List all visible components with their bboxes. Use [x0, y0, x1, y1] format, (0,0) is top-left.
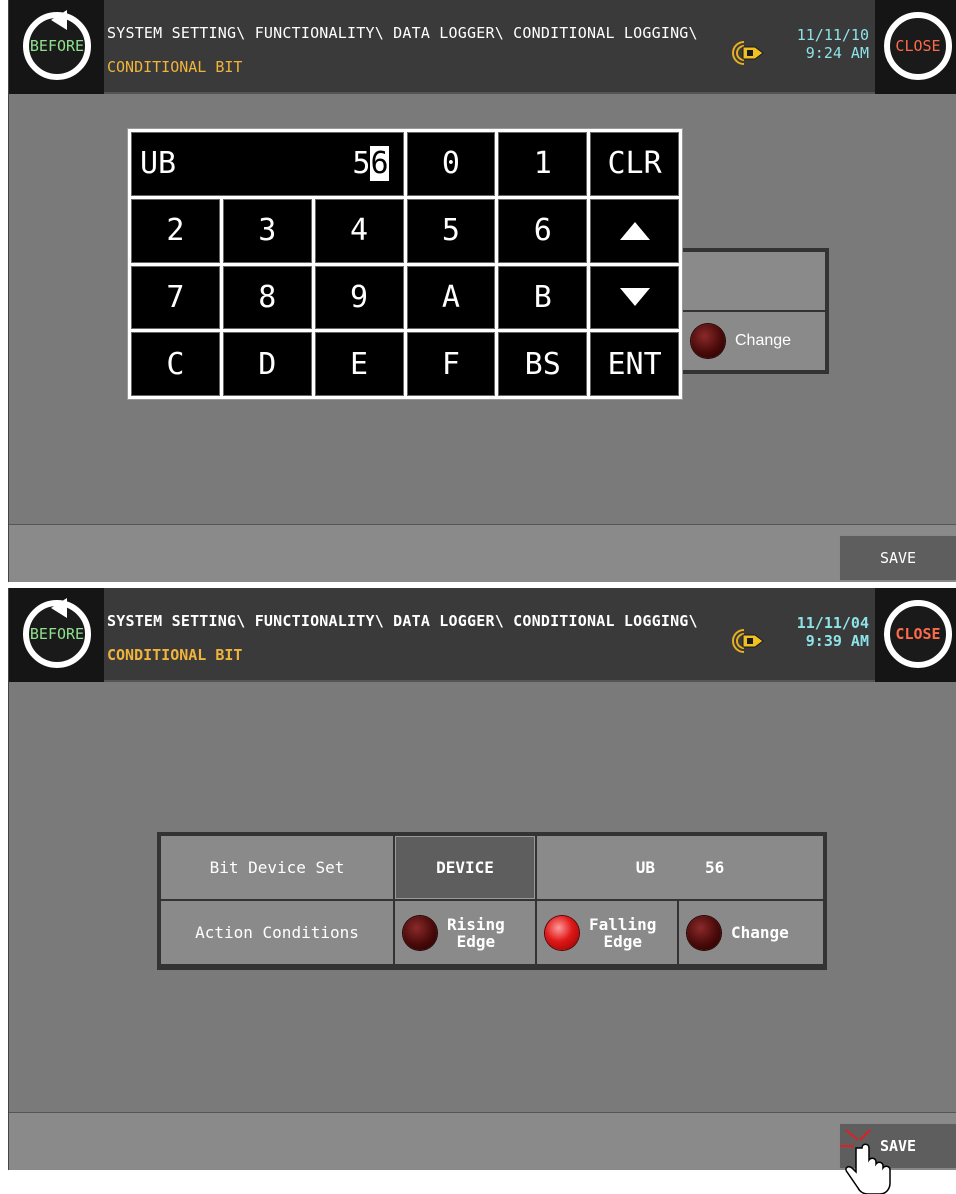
key-5[interactable]: 5	[406, 198, 496, 263]
option-line: Edge	[603, 931, 642, 951]
key-e[interactable]: E	[314, 332, 404, 396]
arrow-up-icon	[619, 221, 650, 240]
back-arrow-icon	[51, 10, 67, 30]
numeric-keypad: UB 56 0 1 CLR 2 3 4 5 6 7 8 9 A B C D E …	[127, 128, 683, 400]
change-label: Change	[731, 923, 789, 942]
change-led-icon	[691, 324, 725, 358]
entry-cursor: 6	[370, 146, 389, 182]
before-label: BEFORE	[29, 37, 85, 55]
entry-value: 56	[352, 146, 389, 182]
key-4[interactable]: 4	[314, 198, 404, 263]
rising-edge-label: Rising Edge	[447, 916, 505, 950]
screen-keypad-entry: BEFORE SYSTEM SETTING\ FUNCTIONALITY\ DA…	[8, 0, 956, 582]
action-conditions-row: Action Conditions Rising Edge Falling Edge…	[161, 901, 823, 964]
key-ent[interactable]: ENT	[590, 332, 679, 396]
screen-conditional-bit: BEFORE SYSTEM SETTING\ FUNCTIONALITY\ DA…	[8, 588, 956, 1170]
bottom-bar: SAVE	[9, 524, 956, 582]
change-led-icon	[687, 915, 721, 950]
key-0[interactable]: 0	[406, 132, 496, 196]
key-up[interactable]	[590, 198, 679, 263]
breadcrumb: SYSTEM SETTING\ FUNCTIONALITY\ DATA LOGG…	[107, 612, 698, 630]
falling-edge-label: Falling Edge	[589, 916, 656, 950]
change-option[interactable]: Change	[679, 901, 823, 964]
panel-cell-empty	[683, 252, 825, 310]
rising-edge-option[interactable]: Rising Edge	[395, 901, 535, 964]
key-down[interactable]	[590, 265, 679, 330]
datetime: 11/11/10 9:24 AM	[787, 26, 869, 62]
alarm-bell-icon[interactable]	[729, 626, 769, 656]
key-7[interactable]: 7	[131, 265, 220, 330]
date-text: 11/11/04	[796, 614, 869, 632]
back-arrow-icon	[51, 598, 67, 618]
key-d[interactable]: D	[222, 332, 312, 396]
time-text: 9:24 AM	[805, 44, 869, 62]
device-button[interactable]: DEVICE	[395, 836, 535, 899]
action-conditions-panel-partial: Change	[683, 248, 829, 374]
action-conditions-label: Action Conditions	[161, 901, 393, 964]
breadcrumb: SYSTEM SETTING\ FUNCTIONALITY\ DATA LOGG…	[107, 24, 698, 42]
key-1[interactable]: 1	[498, 132, 588, 196]
entry-digit: 5	[352, 146, 371, 182]
conditional-bit-settings: Bit Device Set DEVICE UB 56 Action Condi…	[157, 832, 827, 970]
key-8[interactable]: 8	[222, 265, 312, 330]
keypad-display: UB 56	[131, 132, 404, 196]
device-type: UB	[635, 858, 655, 877]
key-2[interactable]: 2	[131, 198, 220, 263]
close-label: CLOSE	[895, 37, 941, 55]
close-button[interactable]: CLOSE	[884, 12, 952, 80]
key-bs[interactable]: BS	[498, 332, 588, 396]
page-title: CONDITIONAL BIT	[107, 58, 243, 76]
arrow-down-icon	[619, 288, 650, 307]
option-line: Edge	[456, 931, 496, 951]
save-button[interactable]: SAVE	[839, 535, 956, 581]
datetime: 11/11/04 9:39 AM	[787, 614, 869, 650]
bit-device-row: Bit Device Set DEVICE UB 56	[161, 836, 823, 899]
device-number: 56	[705, 858, 725, 877]
key-6[interactable]: 6	[498, 198, 588, 263]
pointer-hand-icon	[840, 1129, 891, 1194]
key-b[interactable]: B	[498, 265, 588, 330]
key-c[interactable]: C	[131, 332, 220, 396]
close-button[interactable]: CLOSE	[884, 600, 952, 668]
alarm-bell-icon[interactable]	[729, 38, 769, 68]
close-label: CLOSE	[895, 625, 941, 643]
change-label: Change	[735, 332, 792, 349]
before-label: BEFORE	[29, 625, 85, 643]
bottom-bar: SAVE	[9, 1112, 956, 1170]
header-bar: BEFORE SYSTEM SETTING\ FUNCTIONALITY\ DA…	[9, 588, 956, 682]
rising-edge-led-icon	[403, 915, 437, 950]
falling-edge-led-icon	[545, 915, 579, 950]
device-prefix: UB	[140, 146, 177, 182]
key-a[interactable]: A	[406, 265, 496, 330]
change-option[interactable]: Change	[683, 312, 825, 370]
time-text: 9:39 AM	[805, 632, 869, 650]
device-value: UB 56	[537, 836, 823, 899]
bit-device-label: Bit Device Set	[161, 836, 393, 899]
header-bar: BEFORE SYSTEM SETTING\ FUNCTIONALITY\ DA…	[9, 0, 956, 94]
key-3[interactable]: 3	[222, 198, 312, 263]
page-title: CONDITIONAL BIT	[107, 646, 243, 664]
date-text: 11/11/10	[796, 26, 869, 44]
falling-edge-option[interactable]: Falling Edge	[537, 901, 677, 964]
key-f[interactable]: F	[406, 332, 496, 396]
key-clr[interactable]: CLR	[590, 132, 679, 196]
key-9[interactable]: 9	[314, 265, 404, 330]
